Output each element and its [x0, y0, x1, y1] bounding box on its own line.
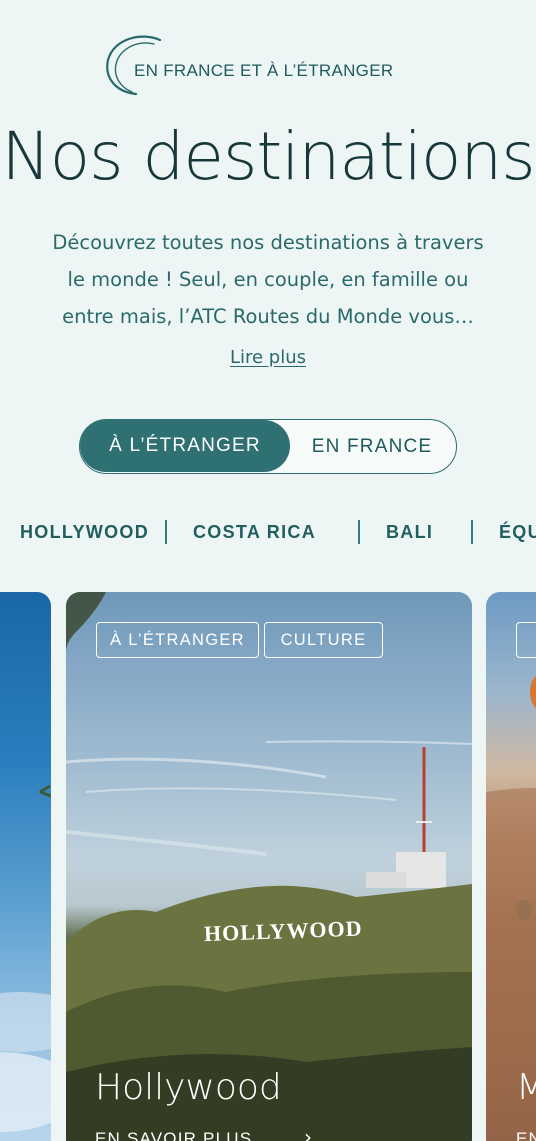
tag-culture: CULTURE	[264, 622, 383, 658]
tag-partial	[516, 622, 536, 658]
page-title: Nos destinations	[1, 118, 535, 195]
card-title: Hollywood	[95, 1067, 282, 1108]
card-image-hollywood: HOLLYWOOD	[66, 592, 472, 1141]
section-eyebrow: EN FRANCE ET À L’ÉTRANGER	[0, 34, 536, 104]
eyebrow-text: EN FRANCE ET À L’ÉTRANGER	[134, 61, 394, 80]
nav-item-equ[interactable]: ÉQU	[499, 522, 536, 543]
card-image-balloons	[486, 675, 536, 1141]
destination-card-hollywood[interactable]: HOLLYWOOD À L’ÉTRANGER CULTURE Hollywood…	[66, 592, 472, 1141]
nav-divider	[358, 520, 360, 544]
read-more-link[interactable]: Lire plus	[0, 347, 536, 368]
nav-item-hollywood[interactable]: HOLLYWOOD	[20, 522, 149, 543]
nav-item-costa-rica[interactable]: COSTA RICA	[193, 522, 316, 543]
toggle-abroad[interactable]: À L’ÉTRANGER	[80, 420, 290, 472]
intro-line-1: Découvrez toutes nos destinations à trav…	[52, 231, 484, 254]
nav-divider	[471, 520, 473, 544]
destination-card-next[interactable]: M EN	[486, 592, 536, 1141]
intro-line-3: entre mais, l’ATC Routes du Monde vous…	[62, 305, 474, 328]
nav-item-bali[interactable]: BALI	[386, 522, 433, 543]
card-image-sky	[0, 784, 51, 1132]
toggle-france[interactable]: EN FRANCE	[290, 420, 454, 473]
nav-divider	[165, 520, 167, 544]
card-title-partial: M	[516, 1067, 536, 1108]
intro-line-2: le monde ! Seul, en couple, en famille o…	[67, 268, 469, 291]
region-toggle: À L’ÉTRANGER EN FRANCE	[79, 419, 457, 474]
tag-abroad: À L’ÉTRANGER	[96, 622, 259, 658]
card-cta-link[interactable]: EN SAVOIR PLUS	[95, 1129, 252, 1141]
destination-card-previous[interactable]	[0, 592, 51, 1141]
card-cta-partial[interactable]: EN	[516, 1129, 536, 1141]
destinations-nav: HOLLYWOOD COSTA RICA BALI ÉQU	[0, 518, 536, 548]
destinations-page: EN FRANCE ET À L’ÉTRANGER Nos destinatio…	[0, 0, 536, 1141]
arrow-right-icon: ›	[304, 1125, 312, 1141]
intro-paragraph: Découvrez toutes nos destinations à trav…	[40, 224, 496, 335]
